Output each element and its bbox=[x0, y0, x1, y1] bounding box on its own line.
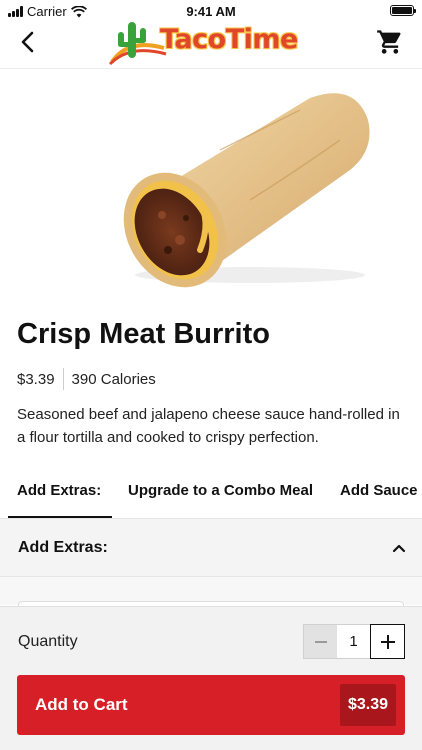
chevron-up-icon bbox=[392, 544, 406, 553]
meta-divider bbox=[62, 368, 64, 390]
tacotime-logo: TacoTime bbox=[108, 18, 318, 66]
order-panel: Quantity 1 Add to Cart $3.39 bbox=[0, 606, 422, 750]
extras-section-header[interactable]: Add Extras: bbox=[0, 519, 422, 577]
product-description: Seasoned beef and jalapeno cheese sauce … bbox=[17, 406, 400, 446]
tab-add-extras[interactable]: Add Extras: bbox=[17, 470, 101, 518]
chevron-left-icon bbox=[21, 31, 34, 53]
nav-divider bbox=[0, 68, 422, 69]
plus-icon bbox=[380, 634, 395, 649]
product-calories: 390 Calories bbox=[71, 370, 156, 388]
product-meta: $3.39 390 Calories bbox=[17, 368, 156, 390]
quantity-label: Quantity bbox=[18, 633, 78, 650]
product-image bbox=[123, 93, 370, 288]
total-price: $3.39 bbox=[340, 684, 396, 726]
cart-button[interactable] bbox=[376, 28, 404, 56]
minus-icon bbox=[314, 640, 327, 643]
section-title: Add Extras: bbox=[18, 539, 108, 556]
product-price: $3.39 bbox=[17, 370, 55, 388]
cactus-sun-icon bbox=[108, 22, 167, 66]
logo-text: TacoTime bbox=[160, 24, 298, 55]
decrement-button[interactable] bbox=[303, 624, 337, 659]
battery-icon bbox=[390, 5, 416, 16]
nav-bar: TacoTime bbox=[0, 18, 422, 68]
product-title: Crisp Meat Burrito bbox=[17, 318, 270, 350]
quantity-stepper: 1 bbox=[303, 624, 405, 659]
increment-button[interactable] bbox=[370, 624, 405, 659]
back-button[interactable] bbox=[12, 26, 44, 58]
tab-add-sauce[interactable]: Add Sauce bbox=[340, 470, 418, 518]
option-tabs: Add Extras: Upgrade to a Combo Meal Add … bbox=[0, 470, 422, 518]
quantity-value[interactable]: 1 bbox=[337, 624, 370, 659]
shopping-cart-icon bbox=[377, 30, 401, 54]
add-to-cart-button[interactable]: Add to Cart $3.39 bbox=[17, 675, 405, 735]
tab-upgrade-combo[interactable]: Upgrade to a Combo Meal bbox=[128, 470, 313, 518]
add-to-cart-label: Add to Cart bbox=[35, 695, 128, 714]
status-time: 9:41 AM bbox=[186, 4, 236, 19]
